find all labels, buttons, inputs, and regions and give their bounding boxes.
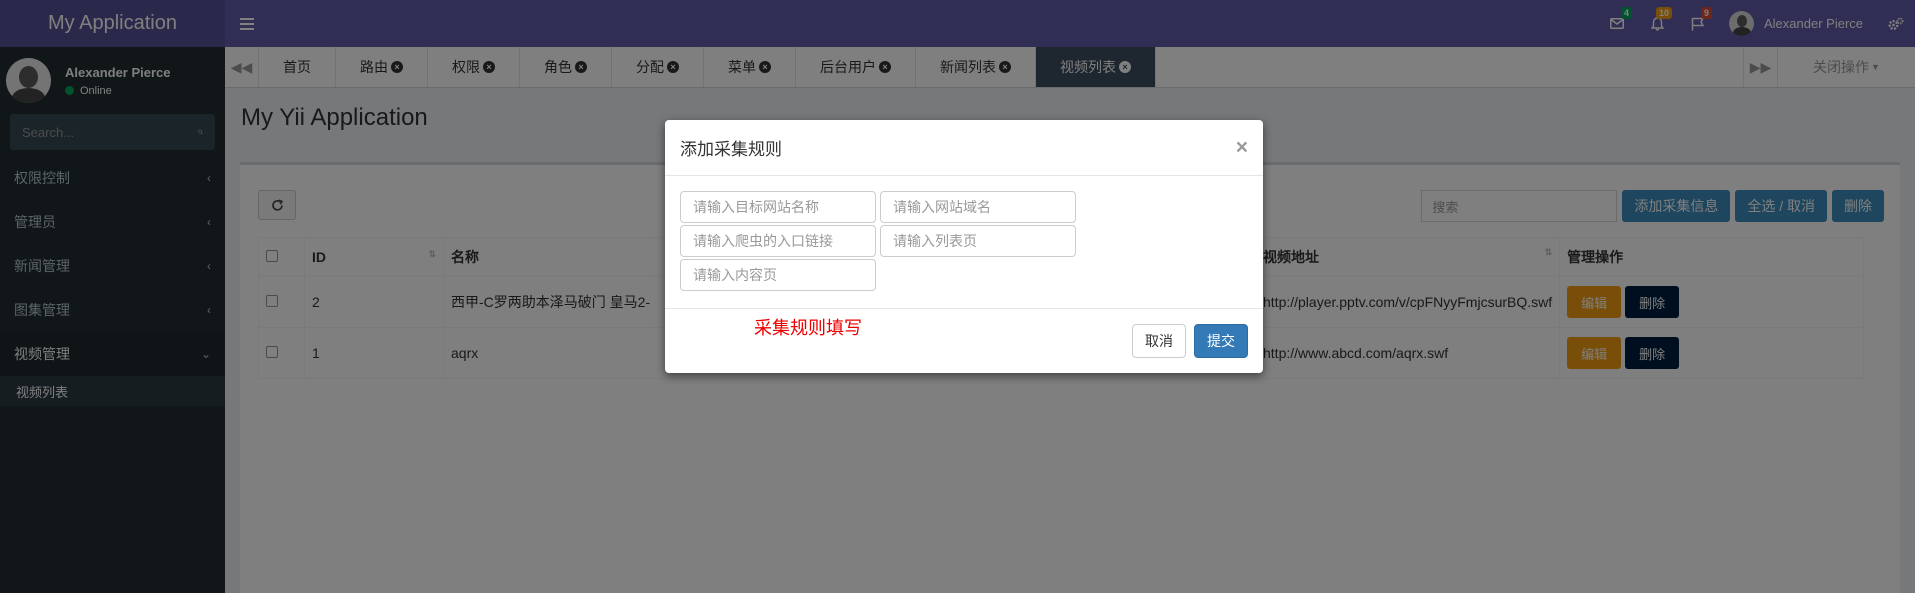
modal-footer: 采集规则填写 取消 提交 [665,309,1263,372]
close-icon[interactable]: × [1236,137,1248,158]
entry-url-field[interactable] [680,225,876,257]
add-rule-modal: 添加采集规则 × 采集规则填写 取消 提交 [665,120,1263,373]
modal-title: 添加采集规则 [680,140,782,159]
modal-body [665,176,1263,309]
rule-note: 采集规则填写 [754,318,862,338]
content-page-field[interactable] [680,259,876,291]
cancel-button[interactable]: 取消 [1132,323,1186,358]
site-name-field[interactable] [680,191,876,223]
list-page-field[interactable] [880,225,1076,257]
submit-button[interactable]: 提交 [1194,323,1248,358]
modal-header: 添加采集规则 × [665,120,1263,176]
rule-form [680,191,1248,291]
domain-field[interactable] [880,191,1076,223]
